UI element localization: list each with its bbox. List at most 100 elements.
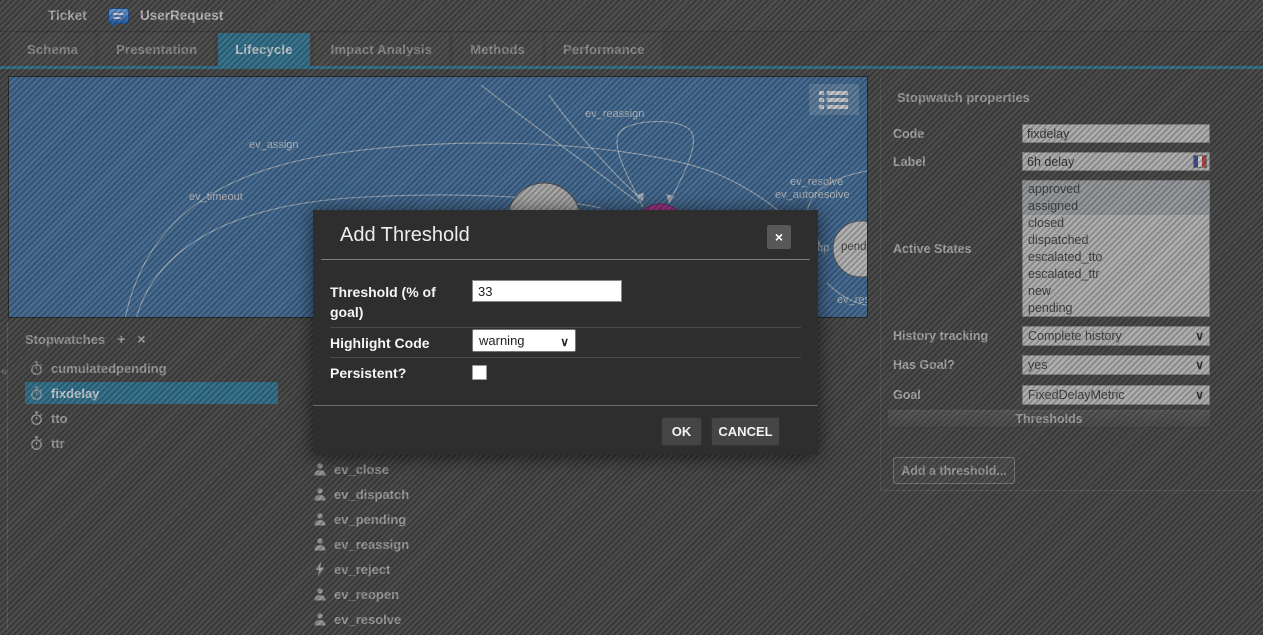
tab-label: Performance [563, 42, 645, 57]
stopwatch-list-item[interactable]: ttr [25, 432, 278, 454]
event-list-item[interactable]: ev_reopen [313, 582, 409, 607]
label-input[interactable] [1022, 152, 1210, 171]
active-state-option-label: closed [1028, 216, 1064, 230]
event-name: ev_reassign [334, 537, 409, 552]
tab-bar: Schema Presentation Lifecycle Impact Ana… [10, 33, 662, 66]
active-states-label: Active States [893, 242, 972, 256]
event-list-item[interactable]: ev_resolve [313, 607, 409, 632]
stopwatch-icon [30, 436, 43, 451]
chevron-down-icon: ∨ [560, 331, 569, 353]
properties-panel-title: Stopwatch properties [897, 90, 1030, 105]
tab[interactable]: Schema [10, 33, 95, 66]
active-state-option-label: pending [1028, 301, 1073, 315]
edge-label-ev-resolve: ev_resolve [790, 176, 843, 188]
stopwatch-name: tto [51, 411, 68, 426]
tab[interactable]: Methods [453, 33, 542, 66]
active-state-option[interactable]: new [1023, 283, 1209, 300]
person-icon [313, 512, 327, 527]
event-list-item[interactable]: ev_reassign [313, 532, 409, 557]
app-label: Ticket [48, 8, 87, 23]
add-stopwatch-icon[interactable]: + [117, 331, 125, 347]
chevron-down-icon: ∨ [1195, 327, 1204, 346]
code-field-label: Code [893, 127, 924, 141]
event-name: ev_reopen [334, 587, 399, 602]
stopwatch-name: ttr [51, 436, 65, 451]
footer-separator [313, 405, 818, 406]
properties-panel-border [880, 76, 881, 490]
tab[interactable]: Impact Analysis [314, 33, 450, 66]
dialog-title: Add Threshold [340, 224, 470, 247]
stopwatch-name: cumulatedpending [51, 361, 167, 376]
edge-label-ev-reassign: ev_reassign [585, 108, 644, 120]
active-states-listbox[interactable]: approved assigned closed dispatched esca… [1022, 180, 1210, 317]
chevron-down-icon: ∨ [1195, 386, 1204, 405]
goal-value: FixedDelayMetric [1028, 388, 1125, 402]
active-state-option[interactable]: escalated_tto [1023, 249, 1209, 266]
tab-accent-line [0, 66, 1263, 69]
history-tracking-label: History tracking [893, 329, 988, 343]
delete-stopwatch-icon[interactable]: × [137, 331, 145, 347]
event-name: ev_reject [334, 562, 390, 577]
edge-label-ev-assign: ev_assign [249, 139, 299, 151]
stopwatch-list-item[interactable]: cumulatedpending [25, 357, 278, 379]
code-input[interactable] [1022, 124, 1210, 143]
thresholds-section-header: Thresholds [888, 410, 1210, 428]
stopwatch-list-item[interactable]: fixdelay [25, 382, 278, 404]
panel-splitter[interactable] [7, 322, 8, 630]
event-list-item[interactable]: ev_reject [313, 557, 409, 582]
event-list-item[interactable]: ev_dispatch [313, 482, 409, 507]
active-state-option[interactable]: escalated_ttr [1023, 266, 1209, 283]
active-state-option-label: escalated_tto [1028, 250, 1102, 264]
active-state-option-label: dispatched [1028, 233, 1088, 247]
label-field-label: Label [893, 155, 926, 169]
has-goal-select[interactable]: yes ∨ [1022, 355, 1210, 375]
event-name: ev_resolve [334, 612, 401, 627]
stopwatch-icon [30, 361, 43, 376]
active-state-option-label: assigned [1028, 199, 1078, 213]
dialog-title-separator [321, 259, 810, 260]
french-flag-icon[interactable] [1193, 155, 1207, 168]
stopwatch-icon [30, 411, 43, 426]
goal-label: Goal [893, 388, 921, 402]
cancel-button[interactable]: CANCEL [711, 417, 780, 446]
tab[interactable]: Lifecycle [218, 33, 309, 66]
close-icon[interactable]: × [767, 225, 791, 249]
active-state-option-label: approved [1028, 182, 1080, 196]
active-state-option[interactable]: pending [1023, 300, 1209, 317]
tab[interactable]: Performance [546, 33, 662, 66]
stopwatch-name: fixdelay [51, 386, 99, 401]
person-icon [313, 537, 327, 552]
active-state-option-label: escalated_ttr [1028, 267, 1100, 281]
chevron-down-icon: ∨ [1195, 356, 1204, 375]
history-tracking-select[interactable]: Complete history ∨ [1022, 326, 1210, 346]
highlight-code-label: Highlight Code [330, 333, 468, 353]
ok-button[interactable]: OK [661, 417, 702, 446]
add-threshold-button[interactable]: Add a threshold... [893, 457, 1015, 484]
label-input-wrap [1022, 152, 1210, 173]
event-name: ev_dispatch [334, 487, 409, 502]
tab-label: Methods [470, 42, 525, 57]
row-separator [330, 327, 801, 328]
stopwatches-title: Stopwatches [25, 332, 105, 347]
active-state-option[interactable]: dispatched [1023, 232, 1209, 249]
add-threshold-dialog: Add Threshold × Threshold (% of goal) Hi… [313, 210, 818, 455]
highlight-code-select[interactable]: warning ∨ [472, 329, 576, 352]
active-state-option[interactable]: approved [1023, 181, 1209, 198]
stopwatch-list-item[interactable]: tto [25, 407, 278, 429]
tab[interactable]: Presentation [99, 33, 214, 66]
threshold-input[interactable] [472, 280, 622, 302]
lightning-icon [313, 562, 327, 577]
stopwatches-header: Stopwatches + × [25, 331, 146, 347]
tab-label: Impact Analysis [331, 42, 433, 57]
threshold-field-label: Threshold (% of goal) [330, 282, 468, 323]
diagram-list-icon-button[interactable] [809, 84, 859, 115]
goal-select[interactable]: FixedDelayMetric ∨ [1022, 385, 1210, 405]
active-state-option[interactable]: closed [1023, 215, 1209, 232]
active-state-option[interactable]: assigned [1023, 198, 1209, 215]
event-name: ev_close [334, 462, 389, 477]
has-goal-value: yes [1028, 358, 1047, 372]
chat-bubble-icon [108, 8, 129, 24]
persistent-checkbox[interactable] [472, 365, 487, 380]
event-list-item[interactable]: ev_pending [313, 507, 409, 532]
event-list-item[interactable]: ev_close [313, 457, 409, 482]
